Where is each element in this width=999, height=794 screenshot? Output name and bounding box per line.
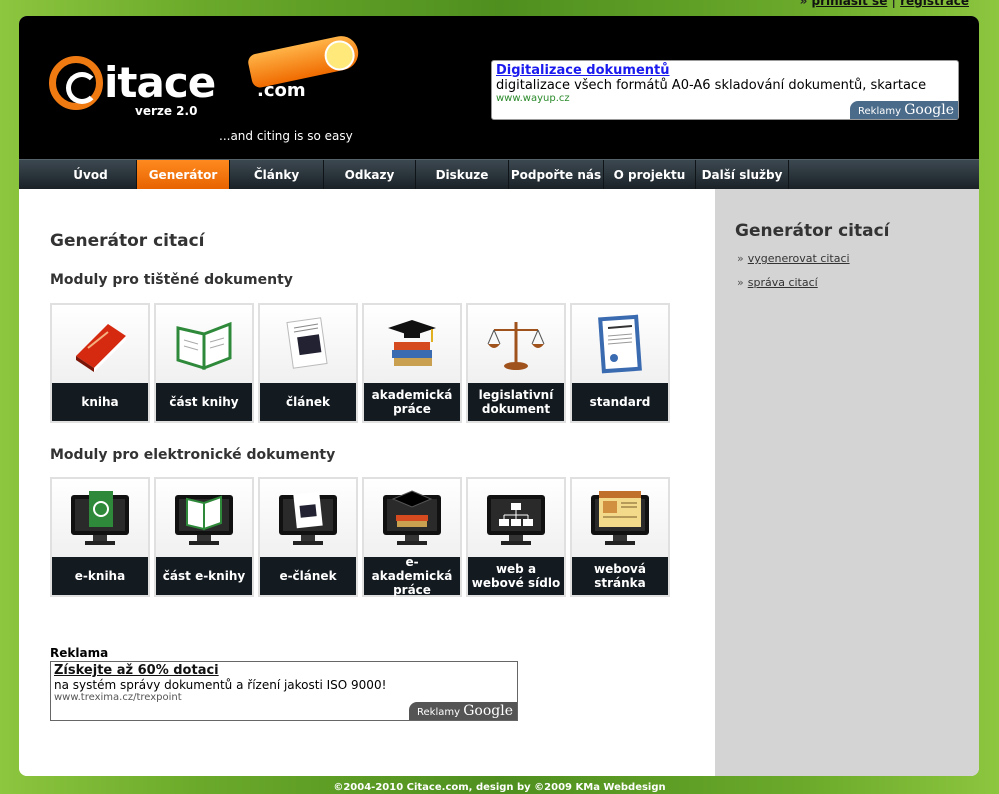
ad-text: digitalizace všech formátů A0-A6 skladov…: [496, 78, 927, 93]
module-standard[interactable]: standard: [570, 303, 670, 423]
monitor-sitemap-icon: [468, 479, 564, 557]
nav-item-podporte-nas[interactable]: Podpořte nás: [509, 160, 604, 190]
module-legislativni-dokument[interactable]: legislativní dokument: [466, 303, 566, 423]
ad-banner-top[interactable]: Digitalizace dokumentů digitalizace všec…: [491, 60, 959, 120]
module-label: webová stránka: [572, 557, 668, 595]
sidebar-link-sprava-citaci[interactable]: » správa citací: [737, 276, 818, 289]
main-content: Generátor citací Moduly pro tištěné doku…: [19, 189, 715, 776]
register-link[interactable]: registrace: [900, 0, 969, 8]
page-container: itace .com verze 2.0 ...and citing is so…: [19, 16, 979, 776]
sidebar-link-label[interactable]: správa citací: [748, 276, 818, 289]
module-label: kniha: [52, 383, 148, 421]
module-label: legislativní dokument: [468, 383, 564, 421]
arrow-icon: »: [799, 0, 812, 8]
tagline: ...and citing is so easy: [219, 129, 353, 143]
module-label: e-kniha: [52, 557, 148, 595]
nav-item-clanky[interactable]: Články: [230, 160, 324, 190]
newspaper-icon: [260, 305, 356, 383]
module-label: e-článek: [260, 557, 356, 595]
ad-banner-bottom[interactable]: Získejte až 60% dotaci na systém správy …: [50, 661, 518, 721]
google-logo: Google: [463, 703, 513, 719]
logo-version: verze 2.0: [135, 104, 198, 118]
ad-text: na systém správy dokumentů a řízení jako…: [54, 678, 387, 692]
footer: ©2004-2010 Citace.com, design by ©2009 K…: [333, 782, 666, 793]
google-ads-badge[interactable]: Reklamy Google: [850, 101, 958, 119]
ads-badge-text: Reklamy: [858, 106, 902, 117]
top-links-separator: |: [891, 0, 896, 8]
login-link[interactable]: přihlásit se: [812, 0, 888, 8]
nav-item-generator[interactable]: Generátor: [137, 160, 230, 190]
page-title: Generátor citací: [50, 231, 205, 251]
open-book-icon: [156, 305, 252, 383]
sidebar: Generátor citací » vygenerovat citaci » sp…: [715, 189, 979, 776]
module-label: část e-knihy: [156, 557, 252, 595]
nav-item-diskuze[interactable]: Diskuze: [416, 160, 509, 190]
nav-item-dalsi-sluzby[interactable]: Další služby: [696, 160, 789, 190]
logo-word: itace: [104, 58, 216, 107]
top-links: » přihlásit se | registrace: [800, 0, 969, 8]
module-e-kniha[interactable]: e-kniha: [50, 477, 150, 597]
module-clanek[interactable]: článek: [258, 303, 358, 423]
module-label: článek: [260, 383, 356, 421]
header: itace .com verze 2.0 ...and citing is so…: [19, 16, 979, 159]
sidebar-title: Generátor citací: [735, 221, 890, 241]
arrow-icon: »: [737, 252, 744, 265]
graduation-cap-icon: [364, 305, 460, 383]
sidebar-link-vygenerovat-citaci[interactable]: » vygenerovat citaci: [737, 252, 850, 265]
section-title-printed: Moduly pro tištěné dokumenty: [50, 272, 293, 288]
ads-badge-text: Reklamy: [417, 707, 461, 718]
module-akademicka-prace[interactable]: akademická práce: [362, 303, 462, 423]
module-label: standard: [572, 383, 668, 421]
logo[interactable]: itace .com verze 2.0: [49, 32, 362, 136]
section-title-electronic: Moduly pro elektronické dokumenty: [50, 447, 336, 463]
module-e-clanek[interactable]: e-článek: [258, 477, 358, 597]
main-nav: Úvod Generátor Články Odkazy Diskuze Pod…: [19, 159, 979, 190]
module-webova-stranka[interactable]: webová stránka: [570, 477, 670, 597]
module-label: web a webové sídlo: [468, 557, 564, 595]
ad-label: Reklama: [50, 646, 109, 660]
ad-title[interactable]: Získejte až 60% dotaci: [54, 663, 514, 678]
monitor-ebook-icon: [52, 479, 148, 557]
arrow-icon: »: [737, 276, 744, 289]
standard-document-icon: [572, 305, 668, 383]
sidebar-link-label[interactable]: vygenerovat citaci: [748, 252, 850, 265]
nav-item-uvod[interactable]: Úvod: [45, 160, 137, 190]
nav-item-o-projektu[interactable]: O projektu: [604, 160, 696, 190]
monitor-webpage-icon: [572, 479, 668, 557]
module-e-akademicka-prace[interactable]: e-akademická práce: [362, 477, 462, 597]
monitor-graduation-icon: [364, 479, 460, 557]
google-logo: Google: [904, 102, 954, 118]
book-icon: [52, 305, 148, 383]
logo-c-icon: [49, 56, 103, 110]
nav-item-odkazy[interactable]: Odkazy: [324, 160, 416, 190]
module-cast-knihy[interactable]: část knihy: [154, 303, 254, 423]
module-label: část knihy: [156, 383, 252, 421]
module-kniha[interactable]: kniha: [50, 303, 150, 423]
scales-icon: [468, 305, 564, 383]
module-web-a-webove-sidlo[interactable]: web a webové sídlo: [466, 477, 566, 597]
module-cast-e-knihy[interactable]: část e-knihy: [154, 477, 254, 597]
ad-title[interactable]: Digitalizace dokumentů: [496, 63, 954, 78]
module-label: e-akademická práce: [364, 555, 460, 597]
module-label: akademická práce: [364, 383, 460, 421]
google-ads-badge[interactable]: Reklamy Google: [409, 702, 517, 720]
monitor-open-book-icon: [156, 479, 252, 557]
monitor-article-icon: [260, 479, 356, 557]
